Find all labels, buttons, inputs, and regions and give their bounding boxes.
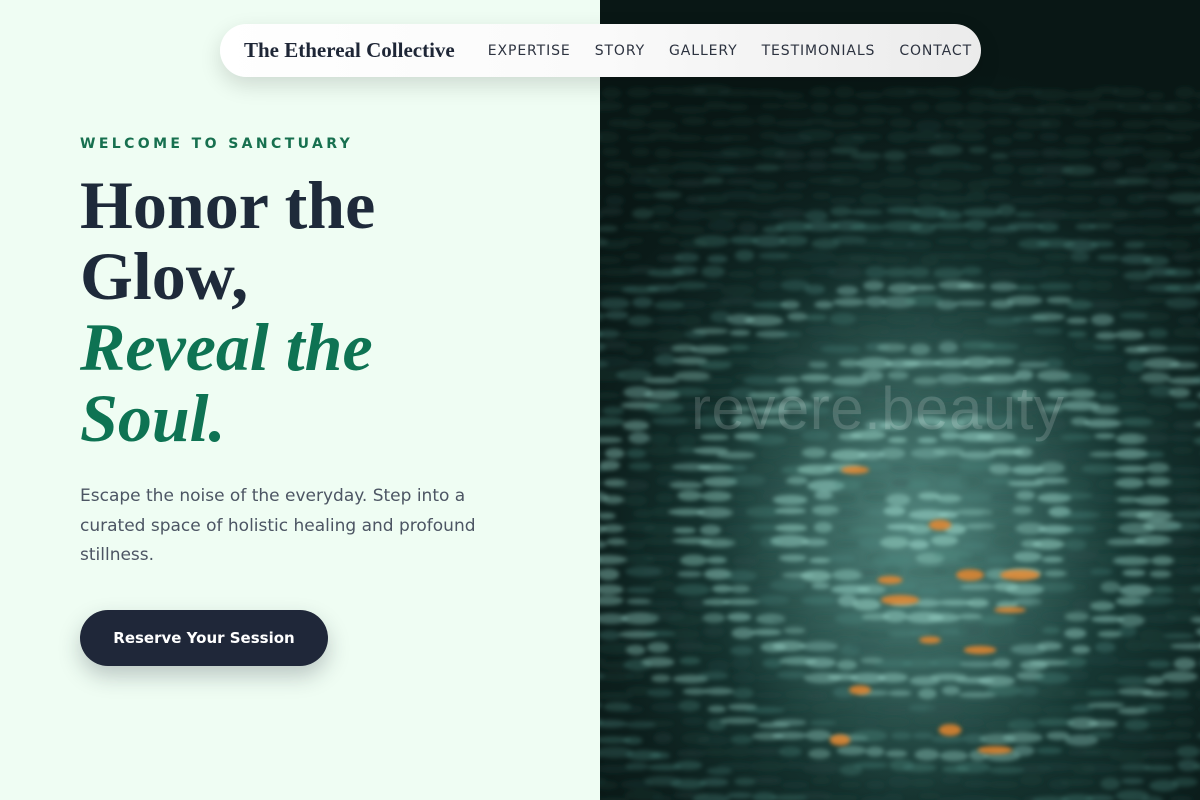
watermark-text: revere.beauty [691, 375, 1065, 442]
hero-image: revere.beauty [600, 0, 1200, 800]
nav-link-gallery[interactable]: GALLERY [669, 43, 738, 59]
top-navigation: The Ethereal Collective EXPERTISE STORY … [220, 24, 981, 77]
hero-eyebrow: WELCOME TO SANCTUARY [80, 136, 354, 152]
headline-line-1: Honor the [80, 167, 376, 243]
brand-logo-text[interactable]: The Ethereal Collective [244, 38, 455, 63]
nav-link-contact[interactable]: CONTACT [899, 43, 972, 59]
hero-body-copy: Escape the noise of the everyday. Step i… [80, 486, 476, 565]
reserve-session-button[interactable]: Reserve Your Session [80, 610, 328, 666]
headline-accent-line-1: Reveal the [80, 309, 373, 385]
headline-line-2: Glow, [80, 238, 249, 314]
nav-links: EXPERTISE STORY GALLERY TESTIMONIALS CON… [488, 43, 972, 59]
nav-link-testimonials[interactable]: TESTIMONIALS [762, 43, 876, 59]
hero-headline: Honor the Glow, Reveal the Soul. [80, 170, 560, 454]
nav-link-expertise[interactable]: EXPERTISE [488, 43, 571, 59]
nav-link-story[interactable]: STORY [595, 43, 645, 59]
headline-accent-line-2: Soul. [80, 380, 226, 456]
